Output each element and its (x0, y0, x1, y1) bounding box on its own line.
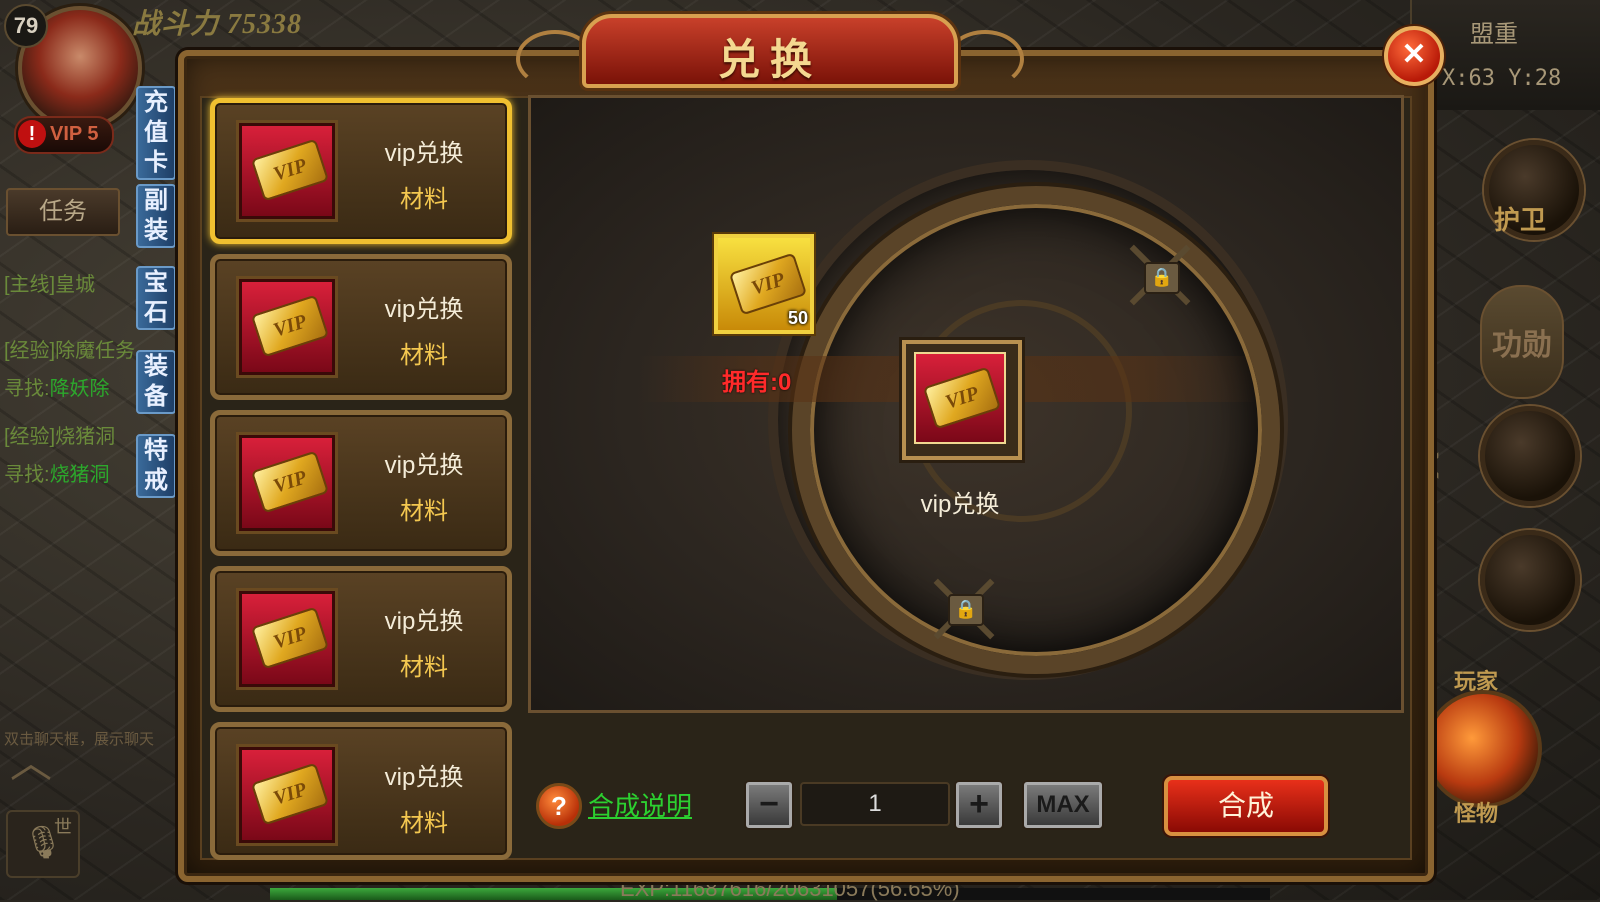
exchange-item-5[interactable]: VIP vip兑换 材料 (210, 722, 512, 860)
guard-label: 护卫 (1494, 206, 1547, 235)
ticket-label: VIP (250, 294, 330, 358)
quest-text: 皇城 (55, 274, 96, 296)
quest-tag: [主线] (4, 274, 56, 296)
vip-ticket-icon: VIP (239, 279, 335, 375)
synthesis-help-link[interactable]: 合成说明 (588, 786, 692, 823)
task-button[interactable]: 任务 (6, 188, 120, 236)
map-name: 盟重 (1470, 21, 1518, 48)
gold-ticket-icon: VIP (728, 252, 808, 316)
quest-line-5[interactable]: 寻找:烧猪洞 (4, 458, 110, 487)
help-icon[interactable]: ? (536, 783, 582, 829)
item-sub: 材料 (400, 654, 448, 681)
item-name: vip兑换 (384, 764, 464, 791)
merit-button[interactable]: 功勋 (1480, 285, 1564, 399)
vip-ticket-icon: VIP (239, 747, 335, 843)
quest-tag: [经验] (4, 426, 56, 448)
ticket-label: VIP (250, 762, 330, 826)
quest-tag: [经验] (4, 340, 56, 362)
item-sub: 材料 (400, 186, 448, 213)
exchange-item-2[interactable]: VIP vip兑换 材料 (210, 254, 512, 400)
monster-target-label: 怪物 (1454, 801, 1499, 826)
combat-power: 战斗力 75338 (132, 2, 302, 42)
ticket-label: VIP (250, 450, 330, 514)
side-tab-equip[interactable]: 装备 (136, 350, 176, 414)
quest-line-3[interactable]: 寻找:降妖除 (4, 372, 110, 401)
quest-link[interactable]: 降妖除 (50, 378, 110, 400)
power-value: 75338 (227, 9, 303, 40)
max-button[interactable]: MAX (1024, 782, 1102, 828)
item-name: vip兑换 (384, 296, 464, 323)
result-slot[interactable]: VIP (914, 352, 1006, 444)
item-sub: 材料 (400, 342, 448, 369)
item-name: vip兑换 (384, 608, 464, 635)
increase-button[interactable]: + (956, 782, 1002, 828)
synthesize-button[interactable]: 合成 (1164, 776, 1328, 836)
exchange-item-3[interactable]: VIP vip兑换 材料 (210, 410, 512, 556)
quest-line-1[interactable]: [主线]皇城 (4, 268, 95, 297)
power-label: 战斗力 (132, 9, 220, 40)
vip-ticket-icon: VIP (239, 123, 335, 219)
side-tab-recharge[interactable]: 充值卡 (136, 86, 176, 180)
merit-label: 功勋 (1492, 329, 1552, 362)
skill-slot-2[interactable] (1480, 530, 1580, 630)
material-owned: 拥有:0 (722, 369, 792, 396)
quantity-field[interactable]: 1 (800, 782, 950, 826)
side-tab-ring[interactable]: 特戒 (136, 434, 176, 498)
quest-tag: 寻找: (4, 378, 50, 400)
chevron-up-icon[interactable]: ︿ (10, 742, 70, 784)
side-tab-sub-equip[interactable]: 副装 (136, 184, 176, 248)
item-sub: 材料 (400, 498, 448, 525)
dialog-title: 兑换 (717, 38, 822, 84)
vip-label: VIP 5 (50, 123, 99, 145)
channel-label: 世 (54, 817, 72, 838)
quest-line-2[interactable]: [经验]除魔任务 (4, 334, 135, 363)
map-coords: X:63 Y:28 (1442, 66, 1562, 91)
exchange-item-1[interactable]: VIP vip兑换 材料 (210, 98, 512, 244)
side-tab-gem[interactable]: 宝石 (136, 266, 176, 330)
player-level: 79 (4, 4, 48, 48)
ticket-label: VIP (250, 138, 330, 202)
item-name: vip兑换 (384, 452, 464, 479)
item-sub: 材料 (400, 810, 448, 837)
skill-slot-1[interactable] (1480, 406, 1580, 506)
quest-line-4[interactable]: [经验]烧猪洞 (4, 420, 115, 449)
material-required-count: 50 (788, 308, 809, 328)
quest-link[interactable]: 烧猪洞 (50, 464, 110, 486)
exchange-item-4[interactable]: VIP vip兑换 材料 (210, 566, 512, 712)
world-voice-button[interactable]: 🎙 世 (6, 810, 80, 878)
ticket-label: VIP (250, 606, 330, 670)
item-name: vip兑换 (384, 140, 464, 167)
lock-icon: 🔒 (948, 594, 984, 626)
result-name: vip兑换 (920, 491, 1000, 518)
quest-tag: 寻找: (4, 464, 50, 486)
decrease-button[interactable]: − (746, 782, 792, 828)
close-button[interactable]: ✕ (1384, 26, 1444, 86)
lock-icon: 🔒 (1144, 262, 1180, 294)
quest-text: 烧猪洞 (55, 426, 116, 448)
attack-button[interactable] (1424, 690, 1542, 808)
vip-badge[interactable]: ! VIP 5 (14, 116, 114, 154)
close-icon: ✕ (1401, 38, 1427, 71)
alert-icon: ! (18, 120, 46, 148)
dialog-title-plate: 兑换 (582, 14, 958, 88)
vip-ticket-icon: VIP (239, 435, 335, 531)
vip-ticket-icon: VIP (239, 591, 335, 687)
vip-ticket-icon: VIP (922, 366, 1002, 430)
quest-text: 除魔任务 (55, 340, 136, 362)
